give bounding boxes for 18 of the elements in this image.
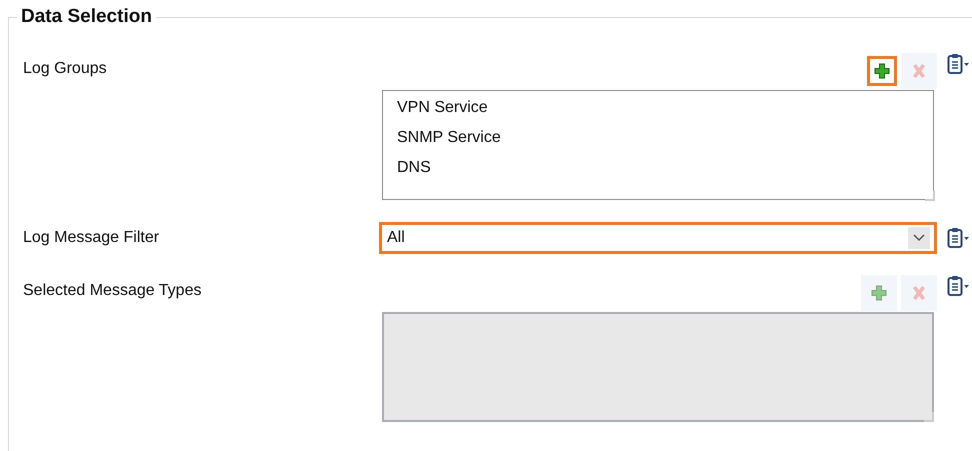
field-label: Selected Message Types — [23, 282, 202, 299]
plus-icon — [874, 63, 890, 79]
resize-grip-icon[interactable] — [923, 189, 935, 201]
field-label: Log Groups — [23, 60, 107, 77]
add-button[interactable] — [867, 56, 897, 86]
list-item[interactable]: SNMP Service — [397, 123, 919, 153]
chevron-down-icon — [913, 234, 925, 242]
list-box[interactable]: VPN Service SNMP Service DNS — [382, 90, 934, 200]
dropdown-field[interactable]: All — [379, 222, 937, 254]
clipboard-menu-icon[interactable] — [947, 52, 971, 75]
clipboard-menu-icon[interactable] — [947, 226, 971, 249]
clipboard-menu-icon[interactable] — [947, 274, 971, 297]
field-label: Log Message Filter — [23, 229, 160, 246]
list-item[interactable]: DNS — [397, 153, 919, 183]
close-icon — [911, 285, 927, 301]
close-icon — [911, 63, 927, 79]
plus-icon — [871, 285, 887, 301]
list-item[interactable]: VPN Service — [397, 93, 919, 123]
